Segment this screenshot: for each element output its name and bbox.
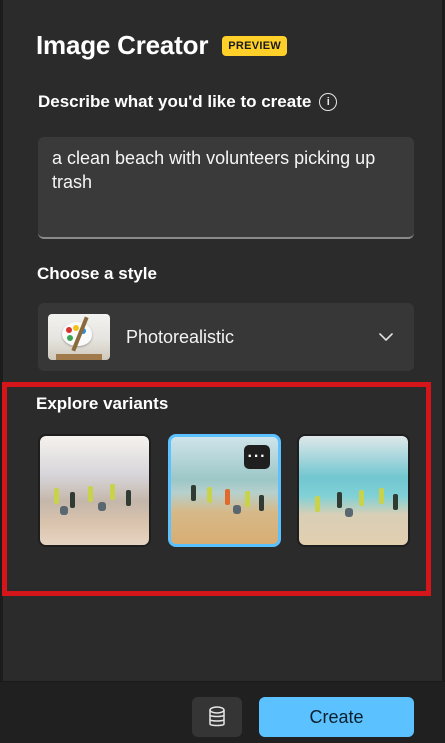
prompt-label-row: Describe what you'd like to create i xyxy=(38,92,338,112)
style-dropdown[interactable]: Photorealistic xyxy=(38,303,414,371)
style-label: Choose a style xyxy=(37,264,157,283)
more-icon[interactable]: ··· xyxy=(244,445,270,469)
preview-badge: PREVIEW xyxy=(222,35,288,56)
variant-thumbnail-1[interactable] xyxy=(38,434,151,547)
prompt-label: Describe what you'd like to create xyxy=(38,92,312,111)
header: Image Creator PREVIEW xyxy=(36,30,288,61)
image-creator-panel: Image Creator PREVIEW Describe what you'… xyxy=(0,0,445,743)
chevron-down-icon[interactable] xyxy=(376,327,396,347)
page-title: Image Creator xyxy=(36,30,209,60)
variant-thumbnail-2[interactable]: ··· xyxy=(168,434,281,547)
prompt-input-text[interactable]: a clean beach with volunteers picking up… xyxy=(52,146,400,194)
credits-button[interactable] xyxy=(192,697,242,737)
variants-label: Explore variants xyxy=(36,394,169,413)
style-thumbnail xyxy=(48,314,110,360)
info-icon[interactable]: i xyxy=(319,93,338,111)
variant-thumbnail-3[interactable] xyxy=(297,434,410,547)
panel-border-left xyxy=(0,0,3,743)
easel-shape xyxy=(56,354,102,360)
create-button[interactable]: Create xyxy=(259,697,414,737)
style-selected-value: Photorealistic xyxy=(126,326,235,347)
prompt-input[interactable]: a clean beach with volunteers picking up… xyxy=(38,137,414,239)
database-icon xyxy=(209,706,225,727)
